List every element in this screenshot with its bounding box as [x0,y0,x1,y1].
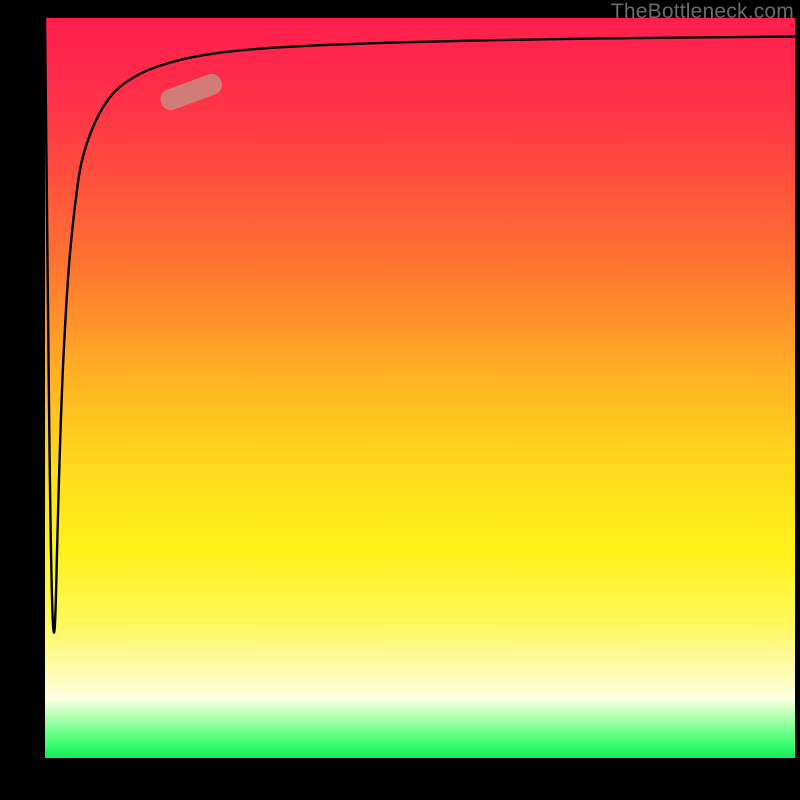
curve-path [45,18,795,633]
watermark-text: TheBottleneck.com [611,0,794,24]
bottleneck-curve [45,18,795,758]
chart-frame: TheBottleneck.com [0,0,800,800]
plot-area [45,18,795,758]
curve-marker-pill [158,71,225,113]
